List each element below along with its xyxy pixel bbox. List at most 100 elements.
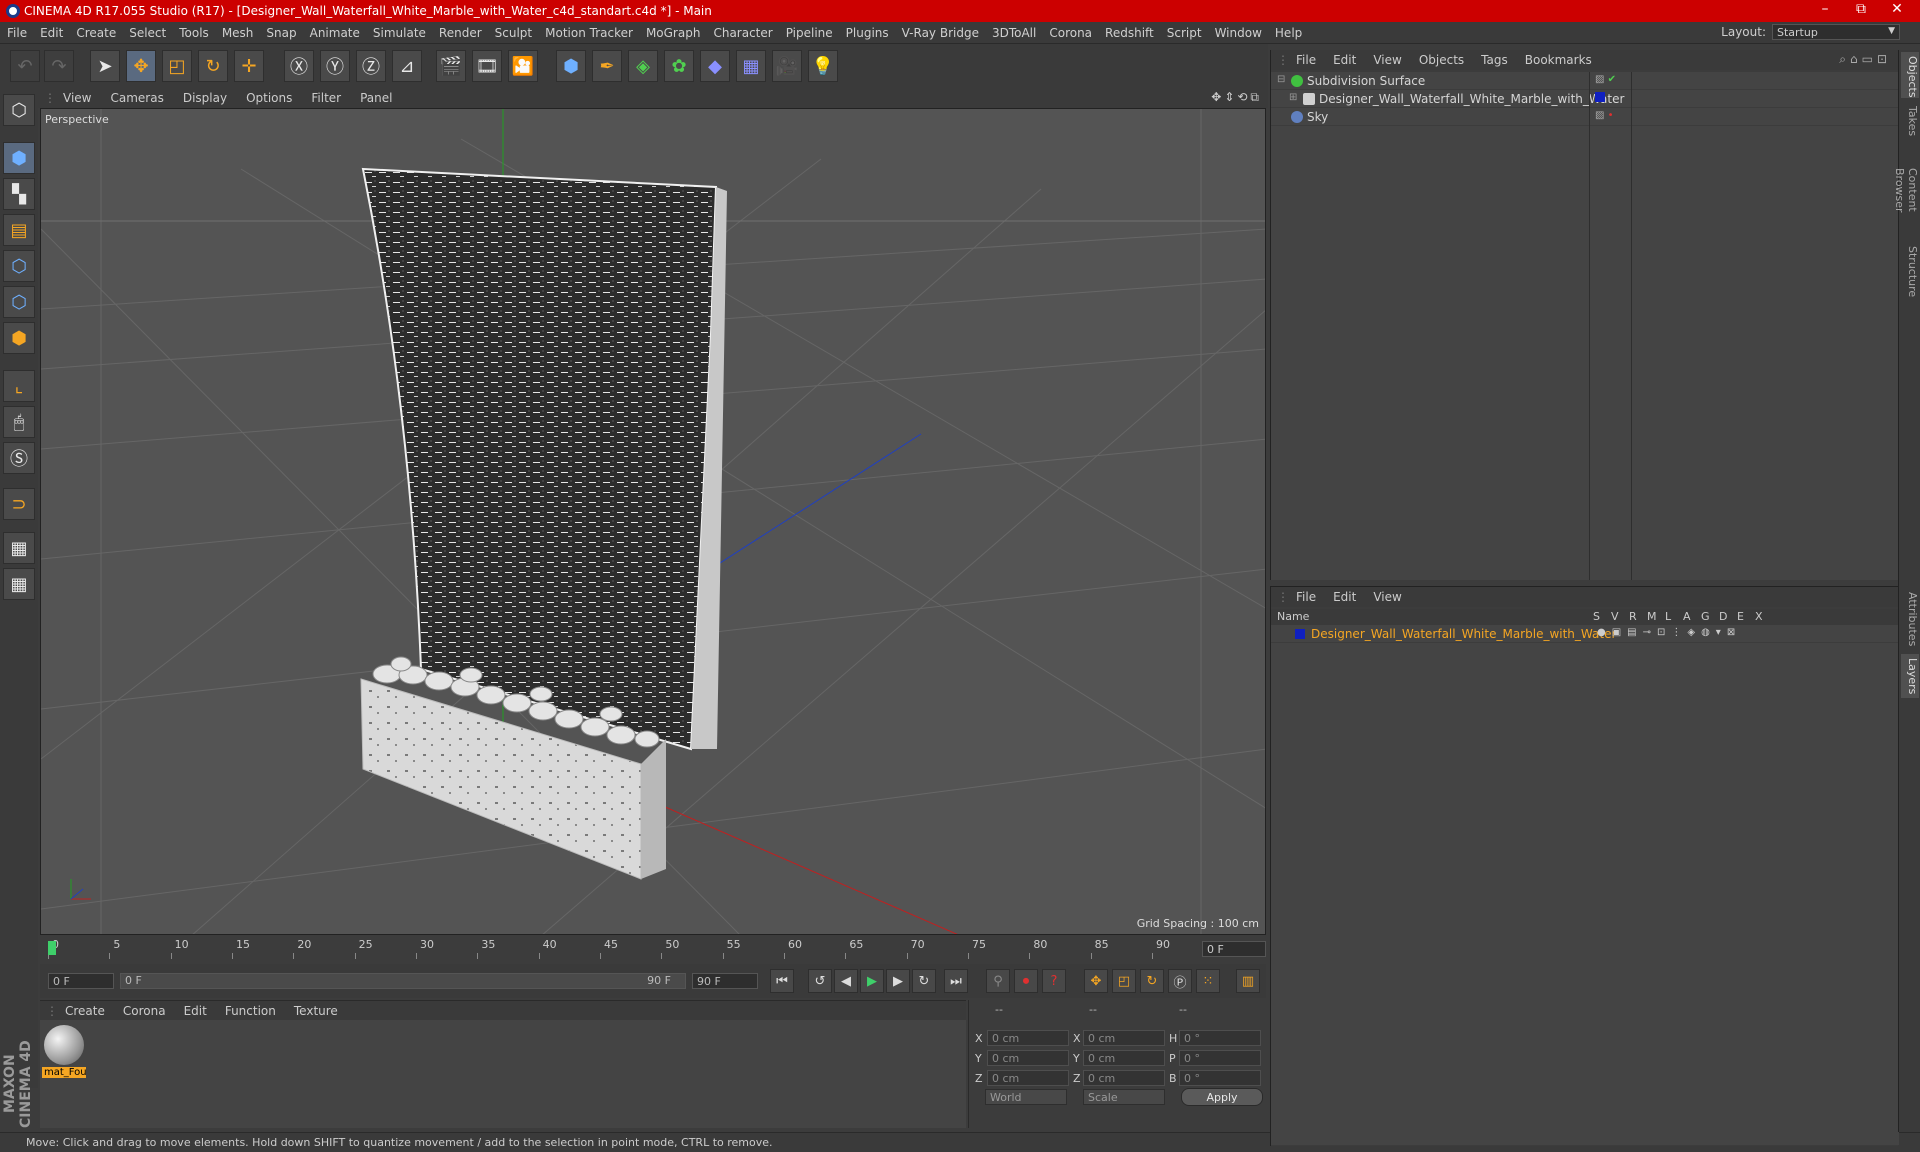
position-z-field[interactable]: 0 cm: [987, 1070, 1069, 1086]
make-editable-button[interactable]: ⬡: [3, 94, 35, 126]
minimize-button[interactable]: –: [1810, 1, 1840, 17]
menu-mograph[interactable]: MoGraph: [639, 22, 707, 40]
material-thumbnail[interactable]: mat_Fou: [42, 1023, 86, 1079]
prev-key-button[interactable]: ↺: [808, 969, 832, 993]
add-array-button[interactable]: ✿: [664, 50, 694, 82]
menu-help[interactable]: Help: [1268, 22, 1308, 40]
move-tool-button[interactable]: ✥: [126, 50, 156, 82]
om-menu-tags[interactable]: Tags: [1472, 50, 1516, 67]
column-view[interactable]: V: [1611, 610, 1619, 623]
z-axis-lock-button[interactable]: Ⓩ: [356, 50, 386, 82]
menu-render[interactable]: Render: [432, 22, 488, 40]
column-generators[interactable]: G: [1701, 610, 1710, 623]
menu-create[interactable]: Create: [69, 22, 122, 40]
menu-edit[interactable]: Edit: [33, 22, 69, 40]
material-menu-texture[interactable]: Texture: [285, 1001, 347, 1018]
menu-sculpt[interactable]: Sculpt: [488, 22, 538, 40]
maximize-button[interactable]: ⧉: [1846, 1, 1876, 17]
rotation-p-field[interactable]: 0 °: [1179, 1050, 1261, 1066]
menu-mesh[interactable]: Mesh: [215, 22, 260, 40]
motion-record-button[interactable]: ⚲: [986, 969, 1010, 993]
object-row[interactable]: ⊟ Subdivision Surface ▨ ✔: [1271, 72, 1899, 90]
position-x-field[interactable]: 0 cm: [987, 1030, 1069, 1046]
om-menu-edit[interactable]: Edit: [1324, 50, 1364, 67]
key-rotation-button[interactable]: ↻: [1140, 969, 1164, 993]
coord-system-dropdown[interactable]: World: [985, 1089, 1067, 1105]
rotation-h-field[interactable]: 0 °: [1179, 1030, 1261, 1046]
viewport-menu-view[interactable]: View: [54, 88, 101, 105]
add-nurbs-button[interactable]: ◈: [628, 50, 658, 82]
menu-plugins[interactable]: Plugins: [839, 22, 895, 40]
solo-mode-button[interactable]: Ⓢ: [3, 442, 35, 474]
model-mode-button[interactable]: ⬢: [3, 142, 35, 174]
visibility-dots[interactable]: ▨ ✔: [1595, 74, 1616, 85]
polygon-mode-button[interactable]: ⬢: [3, 322, 35, 354]
render-settings-button[interactable]: 🎦: [508, 50, 538, 82]
workplane-mode-button[interactable]: ▤: [3, 214, 35, 246]
menu-window[interactable]: Window: [1208, 22, 1268, 40]
layer-row[interactable]: Designer_Wall_Waterfall_White_Marble_wit…: [1271, 625, 1899, 643]
edge-mode-button[interactable]: ⬡: [3, 286, 35, 318]
tweak-mode-button[interactable]: 🖱: [3, 406, 35, 438]
layout-select[interactable]: Startup ▼: [1772, 24, 1900, 40]
om-menu-view[interactable]: View: [1364, 50, 1409, 67]
om-search-home-icons[interactable]: ⌕⌂▭⊡: [1839, 52, 1891, 67]
tab-structure[interactable]: Structure: [1901, 242, 1919, 298]
size-x-field[interactable]: 0 cm: [1083, 1030, 1165, 1046]
om-menu-bookmarks[interactable]: Bookmarks: [1516, 50, 1600, 67]
expand-icon[interactable]: ⊞: [1289, 92, 1297, 103]
layer-toggle-icons[interactable]: ●▣▤⊸⊡⋮◈◍▾⊠: [1597, 627, 1741, 638]
add-cube-button[interactable]: ⬢: [556, 50, 586, 82]
frame-range-slider[interactable]: 0 F 90 F: [120, 973, 686, 989]
tab-layers[interactable]: Layers: [1901, 654, 1919, 698]
column-expressions[interactable]: E: [1737, 610, 1744, 623]
add-floor-button[interactable]: ▦: [736, 50, 766, 82]
layer-color-swatch[interactable]: [1295, 629, 1305, 639]
redo-button[interactable]: ↷: [44, 50, 74, 82]
material-menu-create[interactable]: Create: [56, 1001, 114, 1018]
axis-mode-button[interactable]: ⌞: [3, 370, 35, 402]
column-locked[interactable]: L: [1665, 610, 1671, 623]
menu-redshift[interactable]: Redshift: [1098, 22, 1160, 40]
menu-pipeline[interactable]: Pipeline: [779, 22, 839, 40]
render-picture-viewer-button[interactable]: 🎞: [472, 50, 502, 82]
menu-motion-tracker[interactable]: Motion Tracker: [538, 22, 639, 40]
coordinate-system-button[interactable]: ⊿: [392, 50, 422, 82]
point-mode-button[interactable]: ⬡: [3, 250, 35, 282]
apply-button[interactable]: Apply: [1181, 1088, 1263, 1106]
column-animation[interactable]: A: [1683, 610, 1691, 623]
column-manager[interactable]: M: [1647, 610, 1657, 623]
end-frame-field[interactable]: 90 F: [692, 973, 758, 989]
menu-simulate[interactable]: Simulate: [366, 22, 432, 40]
menu-tools[interactable]: Tools: [172, 22, 215, 40]
planar-workplane-button[interactable]: ▦: [3, 568, 35, 600]
visibility-dots[interactable]: ▨ •: [1595, 110, 1614, 121]
tab-takes[interactable]: Takes: [1901, 102, 1919, 138]
menu-vray-bridge[interactable]: V-Ray Bridge: [895, 22, 985, 40]
column-divider[interactable]: [1631, 72, 1632, 580]
viewport-menu-panel[interactable]: Panel: [351, 88, 402, 105]
key-position-button[interactable]: ✥: [1084, 969, 1108, 993]
size-mode-dropdown[interactable]: Scale: [1083, 1089, 1165, 1105]
autokey-button[interactable]: ?: [1042, 969, 1066, 993]
menu-snap[interactable]: Snap: [259, 22, 302, 40]
lm-menu-edit[interactable]: Edit: [1324, 587, 1364, 604]
play-button[interactable]: ▶: [860, 969, 884, 993]
close-button[interactable]: ✕: [1882, 1, 1912, 17]
size-y-field[interactable]: 0 cm: [1083, 1050, 1165, 1066]
scale-tool-button[interactable]: ◰: [162, 50, 192, 82]
material-menu-corona[interactable]: Corona: [114, 1001, 175, 1018]
timeline-window-button[interactable]: ▥: [1236, 969, 1260, 993]
menu-character[interactable]: Character: [706, 22, 778, 40]
x-axis-lock-button[interactable]: Ⓧ: [284, 50, 314, 82]
layer-color-tag[interactable]: [1595, 92, 1605, 105]
goto-end-button[interactable]: ⏭: [944, 969, 968, 993]
next-key-button[interactable]: ↻: [912, 969, 936, 993]
lm-menu-file[interactable]: File: [1287, 587, 1324, 604]
next-frame-button[interactable]: ▶: [886, 969, 910, 993]
material-menu-function[interactable]: Function: [216, 1001, 285, 1018]
column-name[interactable]: Name: [1277, 610, 1309, 623]
perspective-viewport[interactable]: Perspective Grid Spacing : 100 cm: [40, 108, 1266, 935]
add-deformer-button[interactable]: ◆: [700, 50, 730, 82]
snap-button[interactable]: ⊃: [3, 488, 35, 520]
